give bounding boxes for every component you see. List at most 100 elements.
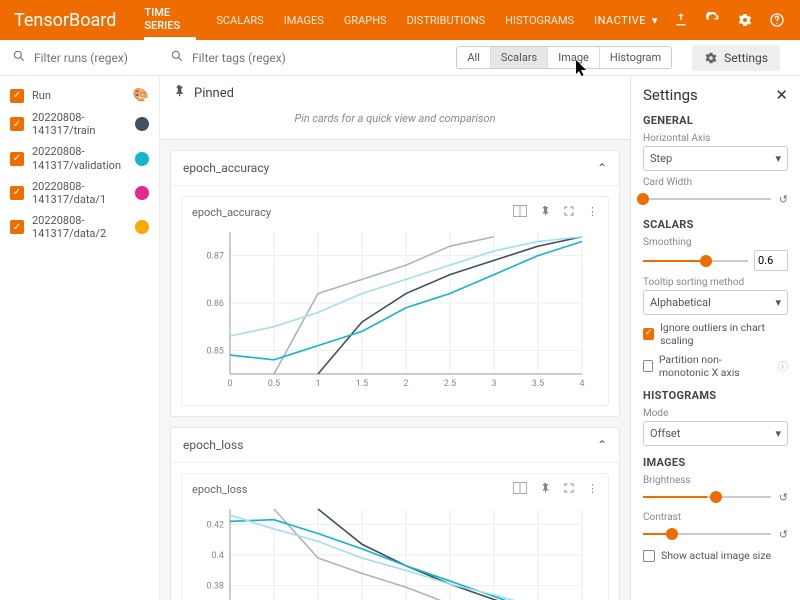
- ignore-outliers-checkbox[interactable]: Ignore outliers in chart scaling: [643, 321, 788, 347]
- chevron-up-icon: ⌃: [597, 161, 607, 175]
- caret-down-icon: ▾: [652, 14, 658, 27]
- rect-icon[interactable]: [513, 205, 527, 220]
- run-row[interactable]: Run🎨: [10, 84, 149, 107]
- tab-scalars[interactable]: SCALARS: [216, 0, 263, 40]
- nav-tabs: TIME SERIES SCALARS IMAGES GRAPHS DISTRIBUTI…: [144, 0, 594, 40]
- pin-icon[interactable]: [539, 205, 551, 220]
- svg-text:1.5: 1.5: [356, 379, 369, 389]
- group-histograms: HISTOGRAMS: [643, 389, 788, 402]
- contrast-label: Contrast: [643, 512, 788, 523]
- run-label: Run: [32, 89, 133, 102]
- color-swatch[interactable]: [135, 220, 149, 234]
- contrast-slider[interactable]: ↺: [643, 525, 788, 543]
- fullscreen-icon[interactable]: [563, 205, 575, 220]
- runs-sidebar: Run🎨20220808-141317/train20220808-141317…: [0, 76, 160, 600]
- caret-down-icon: ▾: [775, 296, 781, 309]
- svg-text:3: 3: [491, 379, 496, 389]
- run-row[interactable]: 20220808-141317/validation: [10, 141, 149, 175]
- caret-down-icon: ▾: [775, 427, 781, 440]
- palette-icon[interactable]: 🎨: [133, 88, 149, 103]
- chip-image[interactable]: Image: [548, 47, 600, 68]
- brightness-label: Brightness: [643, 475, 788, 486]
- checkbox[interactable]: [10, 220, 24, 234]
- section-epoch-accuracy: epoch_accuracy ⌃ epoch_accuracy ⋮ 0.850.…: [170, 150, 620, 417]
- chip-scalars[interactable]: Scalars: [491, 47, 548, 68]
- search-icon: [12, 49, 26, 66]
- settings-button-label: Settings: [724, 51, 768, 65]
- run-row[interactable]: 20220808-141317/data/2: [10, 210, 149, 244]
- brand: TensorBoard: [14, 10, 116, 31]
- smoothing-label: Smoothing: [643, 237, 788, 248]
- chip-histogram[interactable]: Histogram: [600, 47, 671, 68]
- checkbox[interactable]: [10, 117, 24, 131]
- partition-x-checkbox[interactable]: Partition non-monotonic X axis ⓘ: [643, 353, 788, 379]
- status-dropdown[interactable]: INACTIVE ▾: [594, 14, 658, 27]
- color-swatch[interactable]: [135, 186, 149, 200]
- mode-select[interactable]: Offset▾: [643, 421, 788, 446]
- tab-histograms[interactable]: HISTOGRAMS: [505, 0, 574, 40]
- run-label: 20220808-141317/validation: [32, 145, 129, 171]
- group-images: IMAGES: [643, 456, 788, 469]
- more-icon[interactable]: ⋮: [587, 482, 598, 497]
- chart-epoch-loss: 0.360.380.40.42: [192, 501, 598, 600]
- pin-icon[interactable]: [539, 482, 551, 497]
- fullscreen-icon[interactable]: [563, 482, 575, 497]
- svg-text:2.5: 2.5: [444, 379, 457, 389]
- run-row[interactable]: 20220808-141317/train: [10, 107, 149, 141]
- caret-down-icon: ▾: [775, 152, 781, 165]
- search-icon: [170, 49, 184, 66]
- more-icon[interactable]: ⋮: [587, 205, 598, 220]
- tab-distributions[interactable]: DISTRIBUTIONS: [407, 0, 486, 40]
- mode-label: Mode: [643, 408, 788, 419]
- gear-icon[interactable]: [736, 11, 754, 29]
- color-swatch[interactable]: [135, 117, 149, 131]
- chip-all[interactable]: All: [457, 47, 491, 68]
- section-header[interactable]: epoch_accuracy ⌃: [171, 151, 619, 186]
- tab-time-series[interactable]: TIME SERIES: [144, 0, 196, 40]
- reset-icon[interactable]: ↺: [779, 193, 788, 206]
- svg-text:0: 0: [227, 379, 232, 389]
- checkbox[interactable]: [10, 89, 24, 103]
- show-actual-size-checkbox[interactable]: Show actual image size: [643, 549, 788, 562]
- upload-icon[interactable]: [672, 11, 690, 29]
- checkbox[interactable]: [10, 152, 24, 166]
- card-epoch-accuracy: epoch_accuracy ⋮ 0.850.860.8700.511.522.…: [181, 196, 609, 406]
- settings-panel: Settings ✕ GENERAL Horizontal Axis Step▾…: [630, 76, 800, 600]
- filter-tags-input[interactable]: [192, 51, 448, 65]
- tab-graphs[interactable]: GRAPHS: [344, 0, 387, 40]
- reset-icon[interactable]: ↺: [779, 528, 788, 541]
- checkbox[interactable]: [10, 186, 24, 200]
- tab-images[interactable]: IMAGES: [284, 0, 324, 40]
- svg-text:0.4: 0.4: [212, 551, 225, 561]
- color-swatch[interactable]: [135, 152, 149, 166]
- run-row[interactable]: 20220808-141317/data/1: [10, 176, 149, 210]
- reset-icon[interactable]: ↺: [779, 491, 788, 504]
- smoothing-input[interactable]: [754, 250, 788, 271]
- main-content: Pinned Pin cards for a quick view and co…: [160, 76, 630, 600]
- pinned-title: Pinned: [194, 86, 234, 101]
- tooltip-sorting-select[interactable]: Alphabetical▾: [643, 290, 788, 315]
- brightness-slider[interactable]: ↺: [643, 488, 788, 506]
- run-label: 20220808-141317/data/1: [32, 180, 129, 206]
- pinned-hint: Pin cards for a quick view and compariso…: [172, 102, 618, 131]
- refresh-icon[interactable]: [704, 11, 722, 29]
- section-title: epoch_loss: [183, 438, 243, 452]
- card-width-label: Card Width: [643, 177, 788, 188]
- card-width-slider[interactable]: ↺: [643, 190, 788, 208]
- app-header: TensorBoard TIME SERIES SCALARS IMAGES GRAP…: [0, 0, 800, 40]
- help-icon[interactable]: ⓘ: [778, 359, 789, 374]
- run-label: 20220808-141317/data/2: [32, 214, 129, 240]
- rect-icon[interactable]: [513, 482, 527, 497]
- section-header[interactable]: epoch_loss ⌃: [171, 428, 619, 463]
- close-icon[interactable]: ✕: [775, 86, 788, 104]
- pinned-section: Pinned Pin cards for a quick view and co…: [160, 76, 630, 140]
- svg-text:4: 4: [579, 379, 584, 389]
- section-epoch-loss: epoch_loss ⌃ epoch_loss ⋮ 0.360.380.40.4…: [170, 427, 620, 600]
- settings-title: Settings: [643, 86, 698, 104]
- settings-button[interactable]: Settings: [692, 45, 780, 71]
- horizontal-axis-select[interactable]: Step▾: [643, 146, 788, 171]
- filter-bar: AllScalarsImageHistogram Settings: [0, 40, 800, 76]
- smoothing-slider[interactable]: [643, 252, 748, 270]
- svg-text:3.5: 3.5: [532, 379, 545, 389]
- help-icon[interactable]: [768, 11, 786, 29]
